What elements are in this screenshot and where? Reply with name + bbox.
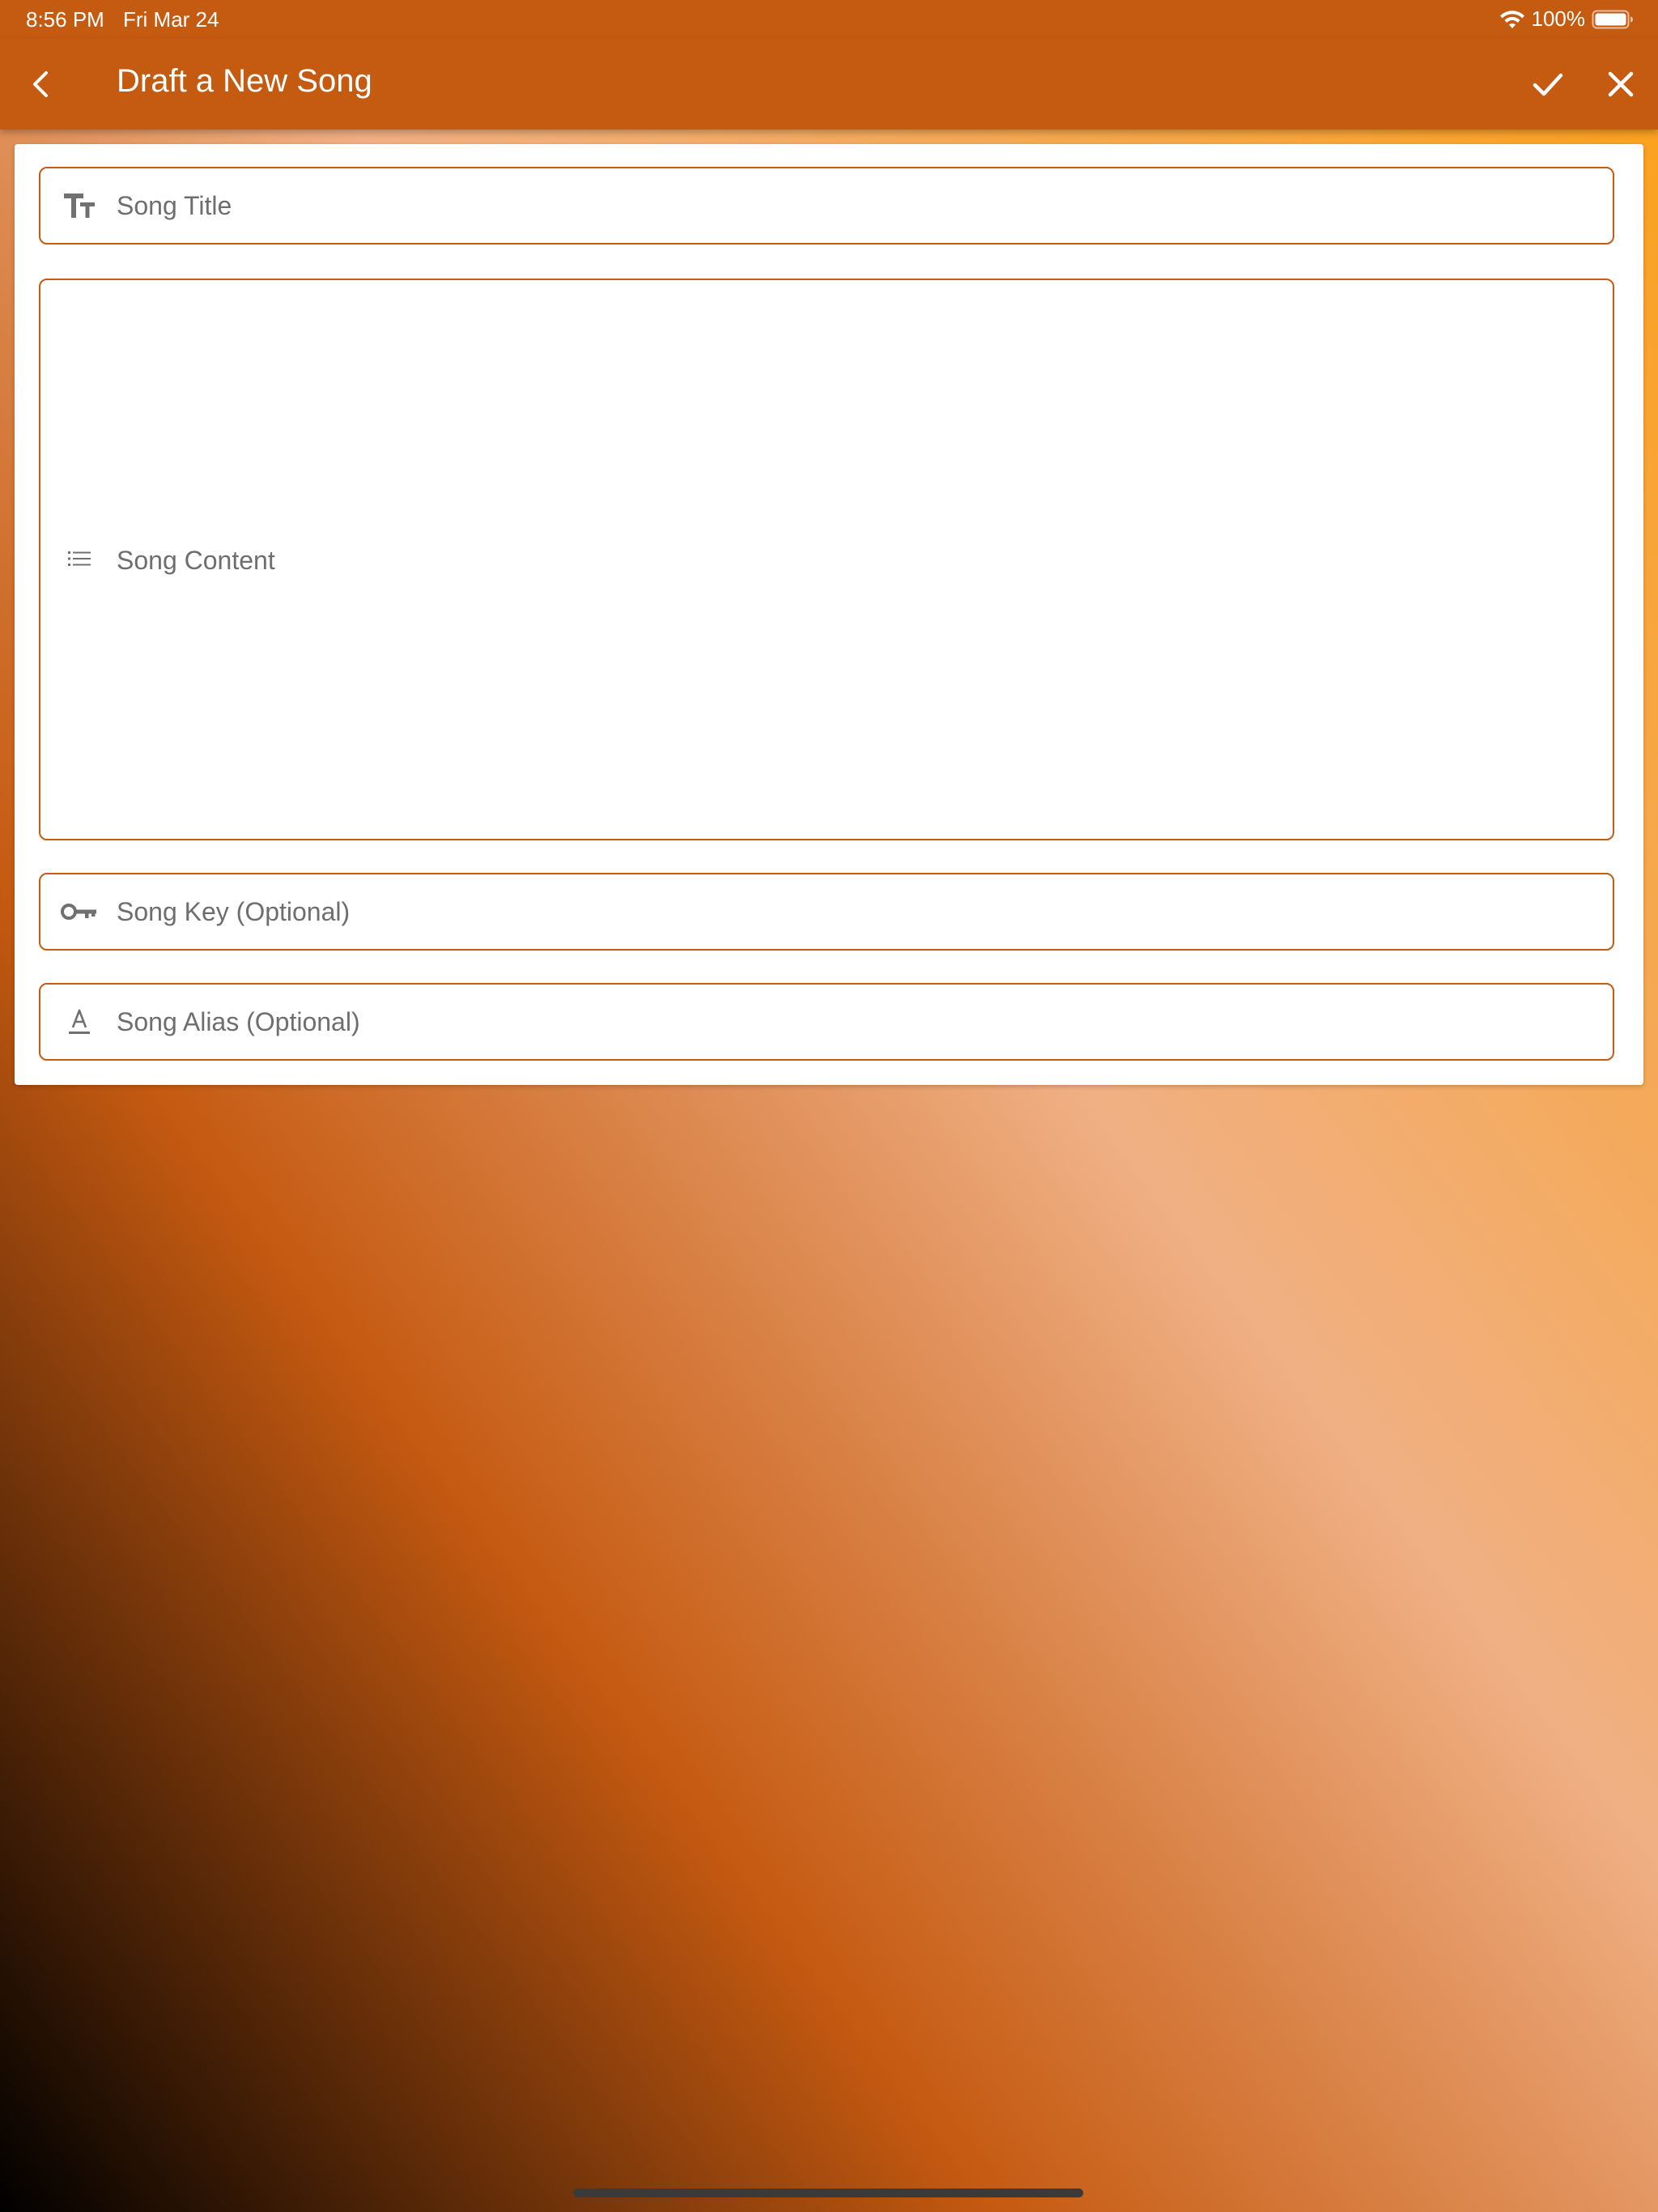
status-time: 8:56 PM [26, 7, 104, 32]
song-alias-input[interactable] [117, 1006, 1596, 1038]
chevron-left-icon [33, 71, 48, 97]
status-indicators: 100% [1499, 6, 1635, 32]
home-indicator [573, 2189, 1083, 2197]
song-form-card [15, 144, 1643, 1085]
page-title: Draft a New Song [117, 63, 372, 99]
wifi-icon [1499, 10, 1524, 28]
battery-full-icon [1592, 10, 1633, 28]
save-button[interactable] [1525, 62, 1571, 107]
status-date: Fri Mar 24 [123, 7, 219, 32]
text-format-icon [60, 1006, 99, 1038]
app-bar: Draft a New Song [0, 39, 1658, 130]
close-button[interactable] [1598, 62, 1643, 107]
song-title-field[interactable] [39, 167, 1614, 245]
key-icon [60, 895, 99, 928]
checkmark-icon [1533, 73, 1563, 96]
song-content-field[interactable] [39, 279, 1614, 840]
song-key-field[interactable] [39, 873, 1614, 951]
back-button[interactable] [19, 62, 65, 107]
list-icon [60, 542, 99, 575]
close-icon [1608, 71, 1634, 97]
status-bar: 8:56 PM Fri Mar 24 100% [0, 0, 1658, 39]
text-size-icon [60, 189, 99, 222]
song-key-input[interactable] [117, 895, 1596, 928]
song-title-input[interactable] [117, 189, 1596, 222]
battery-percentage: 100% [1531, 6, 1586, 31]
screen: 8:56 PM Fri Mar 24 100% Draft a New Song [0, 0, 1658, 2212]
song-alias-field[interactable] [39, 983, 1614, 1061]
song-content-input[interactable] [117, 544, 1596, 576]
